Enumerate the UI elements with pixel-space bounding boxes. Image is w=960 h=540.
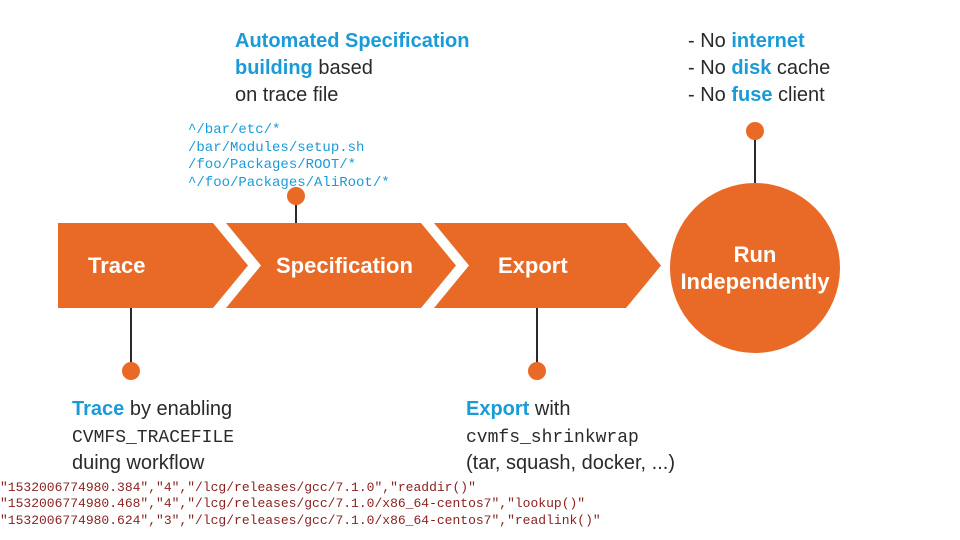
connector-line-export: [536, 308, 538, 368]
run-line2-post: cache: [771, 57, 830, 79]
trace-log-output: "1532006774980.384","4","/lcg/releases/g…: [0, 480, 601, 529]
export-line3: (tar, squash, docker, ...): [466, 452, 675, 474]
export-line1b: with: [529, 398, 570, 420]
process-flow: Trace Specification Export: [58, 223, 663, 308]
annotation-spec-line2b: based: [313, 57, 373, 79]
run-line3-word: fuse: [731, 84, 772, 106]
export-word: Export: [466, 398, 529, 420]
connector-dot-run: [746, 122, 764, 140]
chevron-spec-label: Specification: [276, 253, 413, 279]
run-line2-word: disk: [731, 57, 771, 79]
run-line3-pre: - No: [688, 84, 731, 106]
run-line1-word: internet: [731, 30, 804, 52]
connector-dot-spec: [287, 187, 305, 205]
run-line1-pre: - No: [688, 30, 731, 52]
run-independently-circle: Run Independently: [670, 183, 840, 353]
annotation-spec-line1: Automated Specification: [235, 30, 469, 52]
trace-word: Trace: [72, 398, 124, 420]
connector-line-trace: [130, 308, 132, 368]
run-line2-pre: - No: [688, 57, 731, 79]
circle-line2: Independently: [680, 268, 829, 296]
chevron-trace: [58, 223, 248, 308]
annotation-export: Export with cvmfs_shrinkwrap (tar, squas…: [466, 396, 675, 477]
circle-line1: Run: [680, 241, 829, 269]
export-code: cvmfs_shrinkwrap: [466, 428, 639, 448]
connector-dot-trace: [122, 362, 140, 380]
annotation-spec-line3: on trace file: [235, 84, 338, 106]
trace-code: CVMFS_TRACEFILE: [72, 428, 234, 448]
trace-line3: duing workflow: [72, 452, 204, 474]
run-line3-post: client: [772, 84, 824, 106]
annotation-spec-line2a: building: [235, 57, 313, 79]
trace-line1b: by enabling: [124, 398, 232, 420]
connector-dot-export: [528, 362, 546, 380]
chevron-trace-label: Trace: [88, 253, 146, 279]
annotation-run: - No internet - No disk cache - No fuse …: [688, 28, 830, 109]
annotation-trace: Trace by enabling CVMFS_TRACEFILE duing …: [72, 396, 234, 477]
chevron-export-label: Export: [498, 253, 568, 279]
annotation-spec: Automated Specification building based o…: [235, 28, 469, 109]
spec-path-list: ^/bar/etc/* /bar/Modules/setup.sh /foo/P…: [188, 122, 390, 192]
